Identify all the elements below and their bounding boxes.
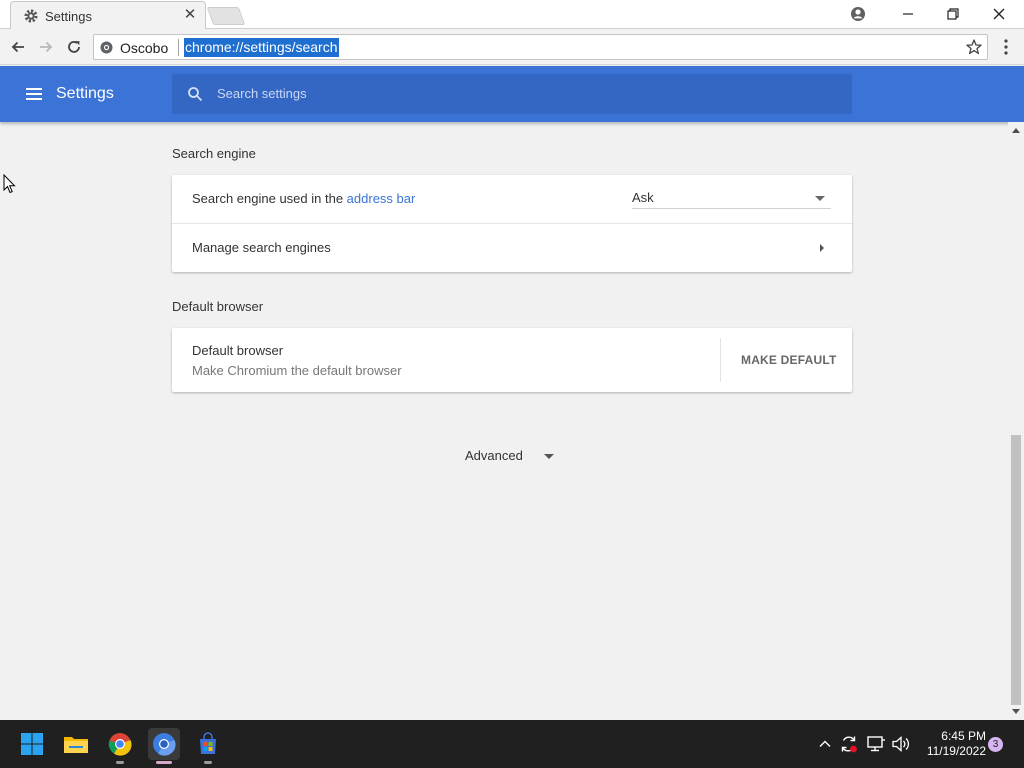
search-engine-row: Search engine used in the address bar As… [172, 175, 852, 223]
back-arrow-icon [11, 41, 24, 53]
file-explorer-icon [64, 737, 88, 753]
screen: Settings ✕ Oscobo chrome://settings/sear… [0, 0, 1024, 768]
button-divider [720, 338, 721, 382]
running-indicator [204, 761, 212, 764]
search-placeholder: Search settings [217, 86, 307, 101]
mouse-cursor-icon [3, 174, 16, 194]
search-icon [188, 87, 203, 102]
advanced-toggle[interactable]: Advanced [465, 448, 523, 463]
hamburger-menu-icon[interactable] [24, 86, 44, 102]
default-browser-card: Default browser Make Chromium the defaul… [172, 328, 852, 392]
volume-icon [892, 736, 910, 752]
browser-toolbar: Oscobo chrome://settings/search [0, 29, 1024, 65]
reload-button[interactable] [62, 35, 86, 59]
forward-arrow-icon [40, 41, 53, 53]
restore-icon [947, 8, 959, 20]
taskbar-chrome[interactable] [104, 728, 136, 764]
manage-search-engines-row[interactable]: Manage search engines [172, 224, 852, 272]
search-engine-card: Search engine used in the address bar As… [172, 175, 852, 272]
window-close-button[interactable] [976, 0, 1022, 28]
reload-icon [68, 41, 80, 53]
omnibox-divider [178, 39, 179, 56]
scroll-up-arrow-icon[interactable] [1012, 128, 1020, 133]
url-text[interactable]: chrome://settings/search [184, 38, 339, 57]
tray-volume-button[interactable] [891, 734, 911, 754]
make-default-button[interactable]: MAKE DEFAULT [741, 353, 837, 367]
network-icon [867, 736, 885, 752]
new-tab-button[interactable] [206, 7, 246, 25]
section-title-default-browser: Default browser [172, 299, 264, 314]
scrollbar-thumb[interactable] [1011, 435, 1021, 705]
clock-date: 11/19/2022 [926, 744, 986, 758]
minimize-icon [903, 13, 913, 15]
more-menu-icon[interactable] [996, 37, 1016, 57]
page-title: Settings [56, 85, 114, 102]
tab-title: Settings [45, 9, 92, 24]
default-browser-sublabel: Make Chromium the default browser [192, 363, 402, 378]
back-button[interactable] [6, 35, 30, 59]
profile-icon [851, 7, 865, 21]
chevron-up-icon [819, 740, 831, 747]
search-engine-selected-value: Ask [632, 190, 654, 205]
forward-button[interactable] [34, 35, 58, 59]
gear-icon [24, 9, 38, 23]
settings-content: Search engine Search engine used in the … [0, 122, 1008, 720]
notification-badge[interactable]: 3 [988, 737, 1003, 752]
site-info-icon [100, 41, 113, 54]
active-indicator [156, 761, 172, 764]
chevron-right-icon [820, 244, 824, 252]
taskbar-file-explorer[interactable] [60, 728, 92, 760]
site-name: Oscobo [120, 40, 169, 56]
restore-button[interactable] [930, 0, 976, 28]
vertical-scrollbar[interactable] [1008, 122, 1024, 720]
dropdown-caret-icon [815, 196, 825, 201]
sync-alert-icon [841, 736, 857, 753]
bookmark-star-icon[interactable] [965, 38, 983, 56]
manage-search-engines-label: Manage search engines [192, 240, 331, 255]
minimize-button[interactable] [885, 0, 931, 28]
start-icon [21, 733, 43, 755]
address-bar[interactable]: Oscobo chrome://settings/search [93, 34, 988, 60]
clock[interactable]: 6:45 PM 11/19/2022 [916, 729, 986, 759]
tab-strip: Settings ✕ [0, 0, 1024, 29]
tray-network-button[interactable] [866, 734, 886, 754]
search-engine-label: Search engine used in the address bar [192, 191, 415, 206]
close-icon [993, 8, 1005, 20]
settings-header: Settings Search settings [0, 66, 1024, 122]
address-bar-link[interactable]: address bar [347, 191, 416, 206]
scroll-down-arrow-icon[interactable] [1012, 709, 1020, 714]
clock-time: 6:45 PM [941, 729, 986, 743]
search-engine-label-text: Search engine used in the [192, 191, 347, 206]
store-icon [200, 732, 216, 754]
taskbar: 6:45 PM 11/19/2022 [0, 720, 1024, 768]
running-indicator [116, 761, 124, 764]
section-title-search-engine: Search engine [172, 146, 256, 161]
chrome-icon [108, 733, 132, 756]
start-button[interactable] [16, 728, 48, 760]
profile-button[interactable] [835, 0, 881, 28]
taskbar-store[interactable] [192, 728, 224, 764]
default-browser-label: Default browser [192, 343, 284, 358]
chromium-icon [153, 733, 176, 756]
tab-close-button[interactable]: ✕ [181, 6, 199, 24]
tab-settings[interactable]: Settings ✕ [10, 1, 206, 29]
search-settings-input[interactable]: Search settings [172, 74, 852, 114]
search-engine-select[interactable]: Ask [632, 189, 831, 209]
tray-overflow-button[interactable] [815, 734, 835, 754]
taskbar-chromium[interactable] [148, 728, 180, 764]
chevron-down-icon[interactable] [544, 454, 554, 459]
tray-sync-button[interactable] [839, 734, 859, 754]
